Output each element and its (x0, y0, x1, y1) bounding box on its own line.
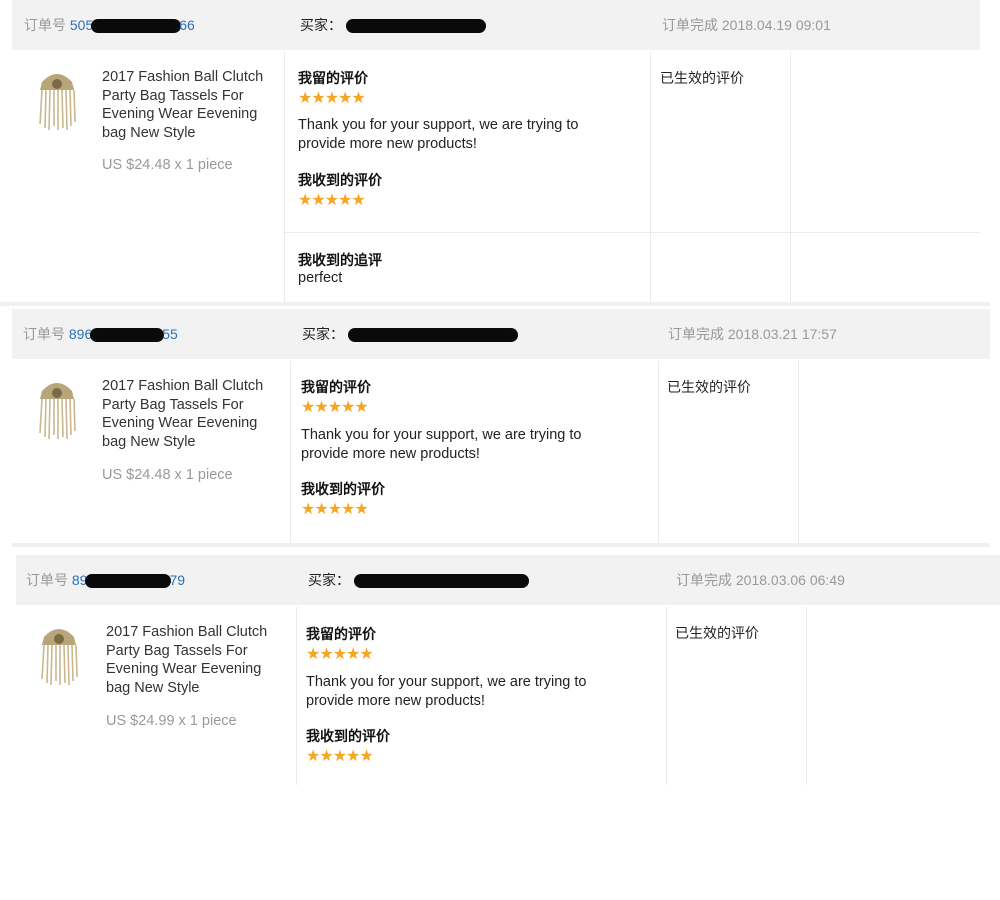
star-icon: ★★★★★ (306, 748, 374, 765)
order-number-link[interactable]: 505 66 (70, 17, 195, 34)
buyer-label: 买家： (300, 17, 342, 33)
order-header: 订单号 89 79 买家： 订单完成 2018.03.06 06:49 (16, 555, 1000, 605)
product-thumbnail[interactable] (36, 377, 78, 441)
divider (658, 361, 659, 543)
left-review-stars: ★★★★★ (301, 399, 369, 416)
star-icon: ★★★★★ (301, 399, 369, 416)
buyer: 买家： (302, 309, 518, 359)
redaction-mark (91, 19, 182, 34)
order-header: 订单号 505 66 买家： 订单完成 2018.04.19 09:01 (12, 0, 980, 50)
received-review-label: 我收到的评价 (301, 481, 385, 497)
divider (666, 607, 667, 785)
section-separator (0, 302, 990, 306)
product-title[interactable]: 2017 Fashion Ball Clutch Party Bag Tasse… (106, 623, 276, 697)
star-icon: ★★★★★ (298, 90, 366, 107)
product-title[interactable]: 2017 Fashion Ball Clutch Party Bag Tasse… (102, 377, 272, 451)
buyer: 买家： (300, 0, 486, 50)
order-header: 订单号 896 55 买家： 订单完成 2018.03.21 17:57 (12, 309, 990, 359)
redaction-mark (90, 328, 165, 343)
order-number: 订单号 505 66 (24, 0, 195, 50)
redaction-mark (345, 19, 486, 34)
order-complete-date: 2018.04.19 09:01 (721, 17, 831, 33)
buyer-label: 买家： (302, 326, 344, 342)
redaction-mark (347, 328, 518, 343)
order-complete-date: 2018.03.21 17:57 (727, 326, 837, 342)
divider (650, 52, 651, 305)
left-review-text: Thank you for your support, we are tryin… (298, 117, 579, 152)
order-complete-date: 2018.03.06 06:49 (735, 572, 845, 588)
order-body: 2017 Fashion Ball Clutch Party Bag Tasse… (16, 607, 1000, 785)
order-complete-label: 订单完成 (668, 326, 724, 342)
divider (806, 607, 807, 785)
order-complete: 订单完成 2018.03.06 06:49 (676, 555, 845, 605)
order-number: 订单号 89 79 (26, 555, 185, 605)
followup-review-text: perfect (298, 270, 343, 286)
left-review-label: 我留的评价 (301, 379, 371, 395)
order-number-label: 订单号 (24, 17, 66, 33)
received-review-stars: ★★★★★ (301, 501, 369, 518)
order-body: 2017 Fashion Ball Clutch Party Bag Tasse… (12, 52, 980, 305)
received-review-stars: ★★★★★ (298, 192, 366, 209)
left-review-stars: ★★★★★ (298, 90, 366, 107)
star-icon: ★★★★★ (306, 646, 374, 663)
left-review-label: 我留的评价 (306, 626, 376, 642)
followup-review-label: 我收到的追评 (298, 252, 382, 268)
review-status: 已生效的评价 (675, 625, 759, 641)
divider (284, 232, 980, 233)
product-thumbnail[interactable] (38, 623, 80, 687)
product-price: US $24.99 x 1 piece (106, 713, 237, 729)
order-complete-label: 订单完成 (676, 572, 732, 588)
buyer-label: 买家： (308, 572, 350, 588)
order-card-1: 订单号 505 66 买家： 订单完成 2018.04.19 09:01 201… (12, 0, 980, 305)
buyer: 买家： (308, 555, 529, 605)
order-number-label: 订单号 (23, 326, 65, 342)
divider (798, 361, 799, 543)
review-status: 已生效的评价 (660, 70, 744, 86)
star-icon: ★★★★★ (298, 192, 366, 209)
divider (790, 52, 791, 305)
order-number: 订单号 896 55 (23, 309, 178, 359)
order-complete: 订单完成 2018.03.21 17:57 (668, 309, 837, 359)
divider (296, 607, 297, 785)
order-card-3: 订单号 89 79 买家： 订单完成 2018.03.06 06:49 2017… (16, 555, 1000, 785)
order-card-2: 订单号 896 55 买家： 订单完成 2018.03.21 17:57 201… (12, 309, 990, 543)
order-body: 2017 Fashion Ball Clutch Party Bag Tasse… (12, 361, 990, 543)
order-number-link[interactable]: 896 55 (69, 326, 178, 343)
received-review-label: 我收到的评价 (306, 728, 390, 744)
review-status: 已生效的评价 (667, 379, 751, 395)
order-complete-label: 订单完成 (662, 17, 718, 33)
section-separator (12, 543, 990, 547)
redaction-mark (353, 574, 529, 589)
left-review-text: Thank you for your support, we are tryin… (306, 674, 587, 709)
star-icon: ★★★★★ (301, 501, 369, 518)
product-title[interactable]: 2017 Fashion Ball Clutch Party Bag Tasse… (102, 68, 272, 142)
divider (284, 52, 285, 305)
order-number-label: 订单号 (26, 572, 68, 588)
product-price: US $24.48 x 1 piece (102, 467, 233, 483)
order-complete: 订单完成 2018.04.19 09:01 (662, 0, 831, 50)
product-price: US $24.48 x 1 piece (102, 157, 233, 173)
left-review-text: Thank you for your support, we are tryin… (301, 427, 582, 462)
redaction-mark (85, 574, 172, 589)
left-review-label: 我留的评价 (298, 70, 368, 86)
received-review-label: 我收到的评价 (298, 172, 382, 188)
left-review-stars: ★★★★★ (306, 646, 374, 663)
product-thumbnail[interactable] (36, 68, 78, 132)
received-review-stars: ★★★★★ (306, 748, 374, 765)
divider (290, 361, 291, 543)
order-number-link[interactable]: 89 79 (72, 572, 185, 589)
